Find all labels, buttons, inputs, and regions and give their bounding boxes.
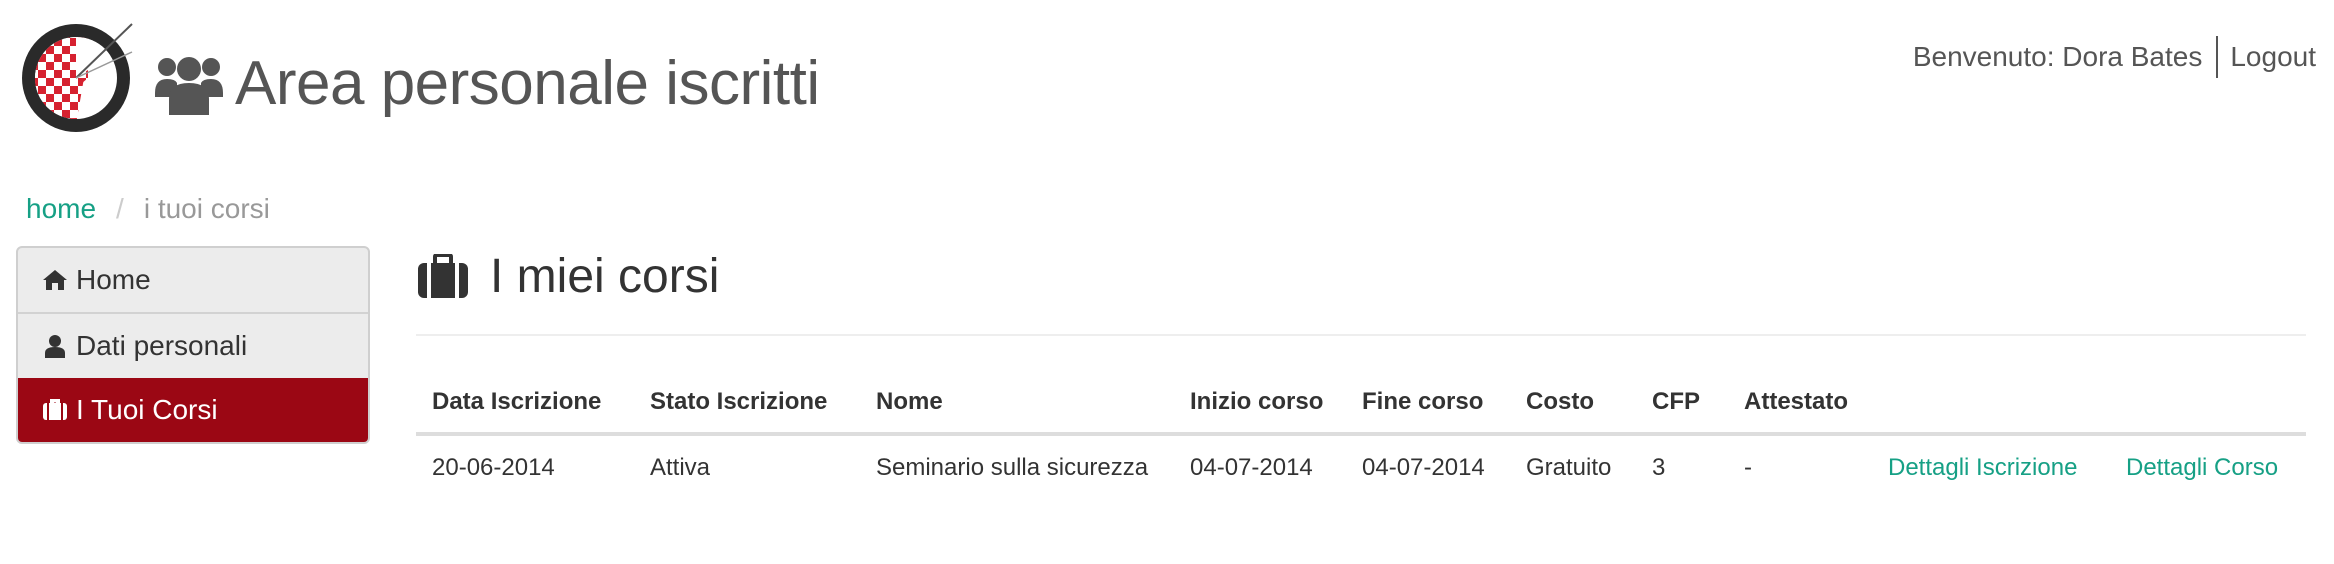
column-header-data-iscrizione: Data Iscrizione [416, 372, 634, 436]
main-content: I miei corsi Data Iscrizione Stato Iscri… [416, 240, 2306, 500]
courses-table: Data Iscrizione Stato Iscrizione Nome In… [416, 372, 2306, 500]
home-icon [43, 270, 67, 290]
sidebar-item-label: I Tuoi Corsi [76, 394, 218, 425]
cell-cfp: 3 [1652, 454, 1666, 481]
user-icon [45, 335, 65, 358]
breadcrumb-current: i tuoi corsi [143, 193, 270, 224]
column-header-attestato: Attestato [1728, 372, 1872, 436]
column-header-costo: Costo [1510, 372, 1636, 436]
table-row: 20-06-2014 Attiva Seminario sulla sicure… [416, 434, 2306, 500]
cell-attestato: - [1744, 454, 1752, 481]
page-title: I miei corsi [490, 249, 720, 303]
cell-nome: Seminario sulla sicurezza [876, 454, 1149, 481]
dettagli-corso-link[interactable]: Dettagli Corso [2126, 454, 2278, 481]
briefcase-icon [418, 254, 468, 298]
column-header-inizio-corso: Inizio corso [1174, 372, 1346, 436]
sidebar-item-label: Dati personali [76, 330, 248, 361]
column-header-nome: Nome [860, 372, 1174, 436]
column-header-stato-iscrizione: Stato Iscrizione [634, 372, 860, 436]
cell-inizio-corso: 04-07-2014 [1190, 454, 1313, 481]
site-title-group: Area personale iscritti [155, 48, 820, 119]
breadcrumb-separator: / [116, 193, 124, 224]
column-header-empty [2110, 372, 2306, 436]
welcome-text: Benvenuto: Dora Bates [1912, 41, 2203, 72]
table-header-row: Data Iscrizione Stato Iscrizione Nome In… [416, 372, 2306, 436]
cell-stato-iscrizione: Attiva [650, 454, 711, 481]
column-header-cfp: CFP [1636, 372, 1728, 436]
page-header: Area personale iscritti Benvenuto: Dora … [0, 0, 2334, 150]
page-title-row: I miei corsi [416, 240, 2306, 312]
dettagli-iscrizione-link[interactable]: Dettagli Iscrizione [1888, 454, 2077, 481]
sidebar-item-label: Home [76, 264, 151, 295]
column-header-empty [1872, 372, 2110, 436]
sidebar-item-tuoi-corsi[interactable]: I Tuoi Corsi [18, 378, 368, 442]
users-icon [155, 56, 223, 115]
column-header-fine-corso: Fine corso [1346, 372, 1510, 436]
breadcrumb-home-link[interactable]: home [26, 193, 96, 225]
breadcrumb: home / i tuoi corsi [26, 193, 270, 225]
sidebar: Home Dati personali I Tuoi Corsi [16, 246, 370, 444]
site-title: Area personale iscritti [235, 49, 820, 118]
title-divider [416, 334, 2306, 336]
logo [22, 23, 133, 132]
cell-fine-corso: 04-07-2014 [1362, 454, 1485, 481]
briefcase-icon [43, 399, 67, 420]
cell-data-iscrizione: 20-06-2014 [432, 454, 555, 481]
logout-link[interactable]: Logout [2218, 41, 2316, 73]
sidebar-item-dati-personali[interactable]: Dati personali [18, 312, 368, 378]
cell-costo: Gratuito [1526, 454, 1612, 481]
sidebar-item-home[interactable]: Home [18, 248, 368, 312]
user-nav: Benvenuto: Dora Bates Logout [1913, 36, 2316, 78]
